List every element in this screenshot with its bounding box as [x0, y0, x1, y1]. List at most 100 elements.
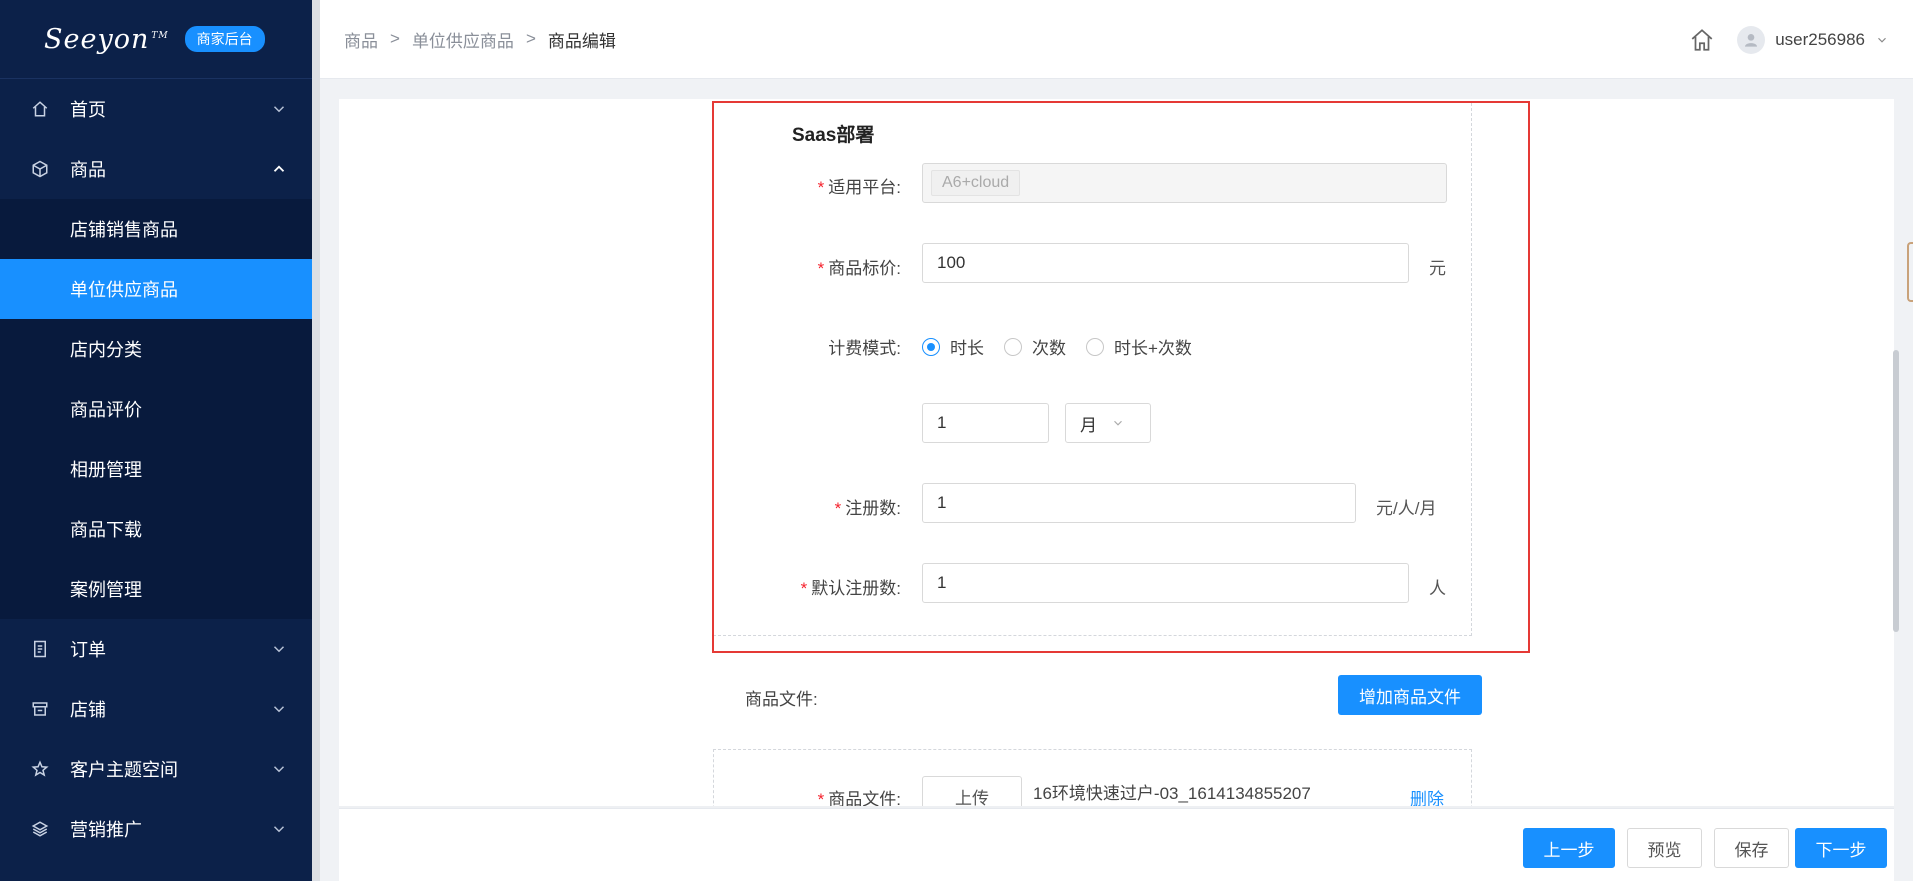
chevron-up-icon — [273, 165, 285, 172]
menu-item-store[interactable]: 店铺 — [0, 679, 312, 739]
reg-unit: 元/人/月 — [1376, 499, 1437, 518]
duration-unit-value: 月 — [1080, 415, 1097, 435]
radio-count-label: 次数 — [1032, 339, 1066, 358]
goods-file-label-text: 商品文件: — [828, 790, 901, 806]
default-reg-value: 1 — [937, 573, 947, 592]
duration-value: 1 — [937, 413, 947, 432]
preview-button[interactable]: 预览 — [1627, 828, 1702, 868]
star-icon — [30, 759, 50, 779]
sidebar-divider — [312, 0, 320, 881]
goods-files-label: 商品文件: — [745, 690, 818, 709]
breadcrumb: 商品 > 单位供应商品 > 商品编辑 — [344, 27, 616, 52]
reg-label-text: 注册数: — [845, 499, 901, 518]
billing-radio-group: 时长 次数 时长+次数 — [922, 334, 1212, 359]
reg-label: * 注册数: — [721, 494, 901, 519]
submenu-item-album[interactable]: 相册管理 — [0, 439, 312, 499]
radio-duration[interactable]: 时长 — [922, 334, 984, 359]
upload-button[interactable]: 上传 — [922, 776, 1022, 806]
radio-checked-icon — [922, 337, 940, 356]
duration-unit-select[interactable]: 月 — [1065, 403, 1151, 443]
cube-icon — [30, 159, 50, 179]
merchant-badge: 商家后台 — [184, 26, 265, 52]
price-input[interactable]: 100 — [922, 243, 1409, 283]
chevron-down-icon — [1114, 420, 1122, 426]
submenu-item-case-management[interactable]: 案例管理 — [0, 559, 312, 619]
required-mark: * — [817, 178, 825, 197]
chevron-down-icon — [273, 766, 285, 773]
content-panel: Saas部署 * 适用平台: A6+cloud * 商品标价: 100 元 计费模式… — [339, 99, 1894, 806]
store-icon — [30, 699, 50, 719]
radio-duration-label: 时长 — [950, 339, 984, 358]
breadcrumb-separator: > — [525, 29, 536, 48]
menu-label-home: 首页 — [70, 100, 106, 120]
menu-label-marketing: 营销推广 — [70, 820, 142, 840]
username[interactable]: user256986 — [1775, 30, 1865, 50]
radio-unchecked-icon — [1004, 337, 1022, 356]
top-header: 商品 > 单位供应商品 > 商品编辑 user256986 — [320, 0, 1913, 79]
reg-value: 1 — [937, 493, 947, 512]
logo-text: Seeyon — [44, 23, 150, 55]
goods-file-label: * 商品文件: — [721, 785, 901, 806]
chevron-down-icon[interactable] — [1875, 33, 1889, 47]
default-reg-label-text: 默认注册数: — [811, 579, 901, 598]
home-icon — [30, 99, 50, 119]
sidebar: Seeyon TM 商家后台 首页 商品 店铺销售商品 单位供应商品 店内分类 商… — [0, 0, 312, 881]
file-name: 16环境快速过户-03_1614134855207 — [1033, 784, 1311, 803]
breadcrumb-item-unit-supply[interactable]: 单位供应商品 — [412, 27, 514, 52]
reg-input[interactable]: 1 — [922, 483, 1356, 523]
prev-step-button[interactable]: 上一步 — [1523, 828, 1615, 868]
document-icon — [30, 639, 50, 659]
chevron-down-icon — [273, 106, 285, 113]
platform-tag: A6+cloud — [931, 170, 1021, 196]
logo-trademark: TM — [151, 30, 169, 41]
menu-item-customer-space[interactable]: 客户主题空间 — [0, 739, 312, 799]
menu-item-home[interactable]: 首页 — [0, 79, 312, 139]
required-mark: * — [800, 579, 808, 598]
platform-label-text: 适用平台: — [828, 178, 901, 197]
menu-label-orders: 订单 — [70, 640, 106, 660]
home-icon[interactable] — [1689, 27, 1715, 53]
radio-duration-count-label: 时长+次数 — [1114, 339, 1192, 358]
required-mark: * — [817, 259, 825, 278]
chevron-down-icon — [273, 646, 285, 653]
logo[interactable]: Seeyon TM — [44, 24, 169, 55]
price-value: 100 — [937, 253, 966, 272]
platform-select: A6+cloud — [922, 163, 1447, 203]
avatar[interactable] — [1737, 25, 1766, 54]
chevron-down-icon — [273, 826, 285, 833]
default-reg-unit: 人 — [1429, 579, 1446, 598]
platform-label: * 适用平台: — [721, 173, 901, 198]
menu-item-orders[interactable]: 订单 — [0, 619, 312, 679]
radio-count[interactable]: 次数 — [1004, 334, 1066, 359]
default-reg-input[interactable]: 1 — [922, 563, 1409, 603]
vertical-scrollbar[interactable] — [1893, 350, 1899, 632]
breadcrumb-separator: > — [390, 29, 400, 48]
radio-unchecked-icon — [1086, 337, 1104, 356]
save-button[interactable]: 保存 — [1714, 828, 1789, 868]
required-mark: * — [817, 790, 825, 806]
radio-duration-count[interactable]: 时长+次数 — [1086, 334, 1192, 359]
submenu-item-goods-review[interactable]: 商品评价 — [0, 379, 312, 439]
next-step-button[interactable]: 下一步 — [1795, 828, 1887, 868]
menu-label-store: 店铺 — [70, 700, 106, 720]
price-unit: 元 — [1429, 259, 1446, 278]
goods-submenu: 店铺销售商品 单位供应商品 店内分类 商品评价 相册管理 商品下载 案例管理 — [0, 199, 312, 619]
submenu-item-store-category[interactable]: 店内分类 — [0, 319, 312, 379]
menu-label-customer-space: 客户主题空间 — [70, 760, 178, 780]
menu-item-goods[interactable]: 商品 — [0, 139, 312, 199]
breadcrumb-item-goods[interactable]: 商品 — [344, 27, 378, 52]
delete-file-link[interactable]: 删除 — [1410, 785, 1444, 806]
side-float-tab[interactable] — [1907, 242, 1913, 302]
duration-input[interactable]: 1 — [922, 403, 1049, 443]
add-goods-file-button[interactable]: 增加商品文件 — [1338, 675, 1482, 715]
submenu-item-goods-download[interactable]: 商品下载 — [0, 499, 312, 559]
price-label: * 商品标价: — [721, 254, 901, 279]
layers-icon — [30, 819, 50, 839]
submenu-item-unit-supply-goods[interactable]: 单位供应商品 — [0, 259, 312, 319]
logo-bar: Seeyon TM 商家后台 — [0, 0, 312, 79]
menu-item-marketing[interactable]: 营销推广 — [0, 799, 312, 859]
price-label-text: 商品标价: — [828, 259, 901, 278]
default-reg-label: * 默认注册数: — [721, 574, 901, 599]
submenu-item-store-goods[interactable]: 店铺销售商品 — [0, 199, 312, 259]
header-user-area: user256986 — [1689, 0, 1889, 79]
